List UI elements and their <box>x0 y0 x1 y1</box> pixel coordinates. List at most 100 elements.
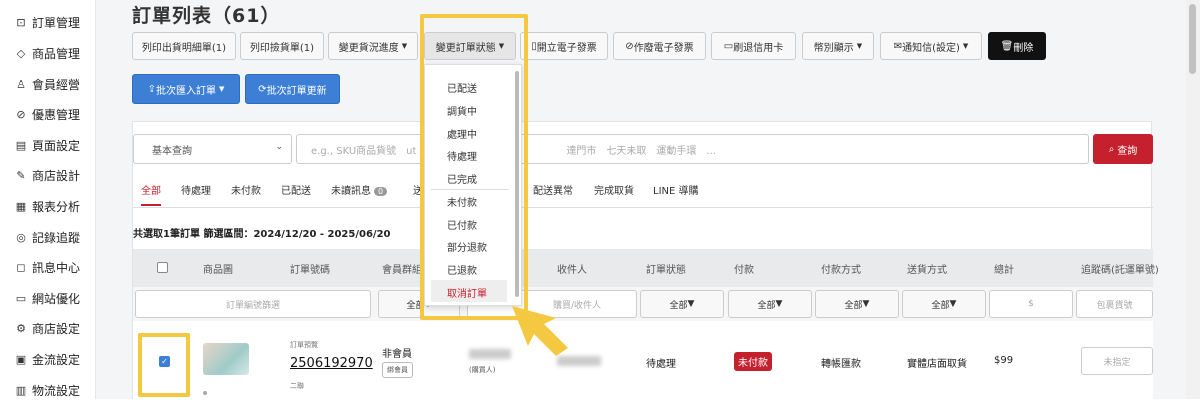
search-placeholder-right: 達門市 七天未取 運動手環 ... <box>566 145 716 157</box>
sidebar-item-payment[interactable]: ▣ 金流設定 <box>14 349 80 369</box>
order-number-link[interactable]: 2506192970 <box>290 356 373 371</box>
change-shipping-button[interactable]: 變更貨況進度 ▼ <box>328 32 418 60</box>
sidebar-item-discounts[interactable]: ⊘ 優惠管理 <box>14 104 80 124</box>
currency-label: 幣別顯示 <box>813 42 854 54</box>
method-filter[interactable]: 全部 ▼ <box>815 290 899 318</box>
print-pick-label: 列印撿貨單(1) <box>249 42 315 54</box>
sidebar-item-seo[interactable]: ▭ 網站優化 <box>14 288 80 308</box>
th-image: 商品圖 <box>203 265 233 276</box>
search-placeholder-left: e.g., SKU商品貨號 ut <box>311 145 417 157</box>
sidebar-item-messages[interactable]: ◻ 訊息中心 <box>14 257 80 277</box>
issue-invoice-label: 開立電子發票 <box>536 42 597 54</box>
tracking-select[interactable]: 未指定 <box>1081 347 1153 375</box>
th-recipient: 收件人 <box>557 265 587 276</box>
page-scrollbar[interactable] <box>1186 0 1200 399</box>
tab-picked-up[interactable]: 完成取貨 <box>594 182 634 197</box>
shipping-filter[interactable]: 全部 ▼ <box>902 290 986 318</box>
payment-filter[interactable]: 全部 ▼ <box>728 290 812 318</box>
tab-pending[interactable]: 待處理 <box>181 182 211 197</box>
status-filter[interactable]: 全部 ▼ <box>640 290 724 318</box>
total-filter[interactable]: $ <box>989 290 1073 318</box>
th-status: 訂單狀態 <box>646 265 686 276</box>
monitor-icon: ▭ <box>15 291 27 305</box>
brush-icon: ✎ <box>16 168 26 182</box>
order-no-filter[interactable]: 訂單編號篩選 <box>135 290 371 318</box>
th-payment: 付款 <box>734 265 754 276</box>
tab-line[interactable]: LINE 導購 <box>653 182 699 197</box>
tab-all[interactable]: 全部 <box>141 182 161 206</box>
buyer-note: (購買人) <box>469 366 496 374</box>
search-mode-label: 基本查詢 <box>152 145 192 157</box>
sidebar-item-members[interactable]: ♙ 會員經營 <box>14 74 80 94</box>
th-order-no: 訂單號碼 <box>290 265 330 276</box>
search-input[interactable]: e.g., SKU商品貨號 ut 達門市 七天未取 運動手環 ... <box>296 134 1089 164</box>
upload-icon: ⇪ <box>147 83 156 95</box>
tab-shipped[interactable]: 已配送 <box>281 182 311 197</box>
tab-delivery-error[interactable]: 配送異常 <box>533 182 573 197</box>
currency-button[interactable]: 幣別顯示 ▼ <box>802 32 874 60</box>
caret-down-icon: ▼ <box>962 42 969 50</box>
print-detail-button[interactable]: 列印出貨明細單(1) <box>132 32 236 60</box>
notify-label: 通知信(設定) <box>902 42 960 54</box>
sidebar-item-tracking[interactable]: ◎ 記錄追蹤 <box>14 227 80 247</box>
sidebar-item-label: 商店設計 <box>32 168 81 183</box>
page-title: 訂單列表（61） <box>132 5 281 27</box>
pointer-arrow-icon <box>512 306 568 356</box>
scrollbar-thumb[interactable] <box>1189 4 1196 74</box>
sidebar-item-label: 商店設定 <box>32 321 81 336</box>
sidebar-item-label: 頁面設定 <box>32 138 81 153</box>
sidebar-item-design[interactable]: ✎ 商店設計 <box>14 165 80 185</box>
package-filter[interactable]: 包裹貨號 <box>1076 290 1153 318</box>
tab-unpaid[interactable]: 未付款 <box>231 182 261 197</box>
th-tracking: 追蹤碼(託運單號) <box>1081 265 1159 276</box>
order-panel: 基本查詢 ⌄ e.g., SKU商品貨號 ut 達門市 七天未取 運動手環 ... … <box>132 121 1159 400</box>
bind-member-button[interactable]: 綁會員 <box>382 362 413 378</box>
target-icon: ◎ <box>16 230 26 244</box>
delete-button[interactable]: 🗑 刪除 <box>988 32 1046 60</box>
caret-down-icon: ▼ <box>775 299 783 309</box>
search-button[interactable]: ⌕ 查詢 <box>1093 134 1153 164</box>
gear-icon: ⚙ <box>16 321 26 335</box>
table-row[interactable]: ✓ 訂單預覽 2506192970 二聯 非會員 綁會員 (購買人) 待處理 未… <box>133 321 1153 400</box>
batch-import-button[interactable]: ⇪ 批次匯入訂單 ▼ <box>132 74 240 104</box>
tag-icon: ◇ <box>16 46 26 60</box>
select-all-checkbox[interactable] <box>157 262 168 273</box>
sidebar-item-label: 訂單管理 <box>32 15 81 30</box>
batch-update-button[interactable]: ⟳ 批次訂單更新 <box>245 74 340 104</box>
th-member-group: 會員群組 <box>382 265 422 276</box>
sidebar-item-reports[interactable]: ▦ 報表分析 <box>14 196 80 216</box>
mail-icon: ✉ <box>893 40 903 52</box>
table-header: 商品圖 訂單號碼 會員群組 收件人 訂單狀態 付款 付款方式 送貨方式 總計 追… <box>133 249 1159 287</box>
page-icon: ▤ <box>15 138 27 152</box>
th-payment-method: 付款方式 <box>821 265 861 276</box>
sidebar-item-label: 商品管理 <box>32 46 81 61</box>
notify-button[interactable]: ✉ 通知信(設定) ▼ <box>880 32 982 60</box>
search-button-label: 查詢 <box>1117 145 1138 157</box>
trash-icon: 🗑 <box>1000 40 1014 52</box>
sidebar-item-pages[interactable]: ▤ 頁面設定 <box>14 135 80 155</box>
sidebar-item-store-settings[interactable]: ⚙ 商店設定 <box>14 318 80 338</box>
chart-icon: ▦ <box>15 199 27 213</box>
print-detail-label: 列印出貨明細單(1) <box>141 42 227 54</box>
print-pick-button[interactable]: 列印撿貨單(1) <box>240 32 324 60</box>
sidebar-item-products[interactable]: ◇ 商品管理 <box>14 43 80 63</box>
caret-down-icon: ▼ <box>687 299 695 309</box>
void-invoice-button[interactable]: ⊘ 作廢電子發票 <box>613 32 706 60</box>
shipping-method: 實體店面取貨 <box>907 359 967 370</box>
sidebar-item-orders[interactable]: ⊡ 訂單管理 <box>14 12 80 32</box>
caret-down-icon: ▼ <box>401 42 408 50</box>
discount-icon: ⊘ <box>16 107 26 121</box>
tab-unread[interactable]: 未讀訊息 0 <box>331 182 388 197</box>
dropdown-highlight-frame <box>420 14 528 320</box>
refund-card-button[interactable]: ▭ 刷退信用卡 <box>711 32 796 60</box>
sidebar-item-logistics[interactable]: ▥ 物流設定 <box>14 380 80 400</box>
sidebar-item-label: 訊息中心 <box>32 260 81 275</box>
search-mode-select[interactable]: 基本查詢 ⌄ <box>133 134 292 164</box>
delete-label: 刪除 <box>1013 42 1034 54</box>
issue-invoice-button[interactable]: ▯ 開立電子發票 <box>520 32 608 60</box>
sidebar: ⊡ 訂單管理 ◇ 商品管理 ♙ 會員經營 ⊘ 優惠管理 ▤ 頁面設定 ✎ 商店設計 ▦ 報表分… <box>0 0 96 399</box>
order-total: $99 <box>994 355 1014 366</box>
product-thumbnail <box>203 343 249 375</box>
order-status: 待處理 <box>646 359 676 370</box>
void-invoice-label: 作廢電子發票 <box>633 42 694 54</box>
